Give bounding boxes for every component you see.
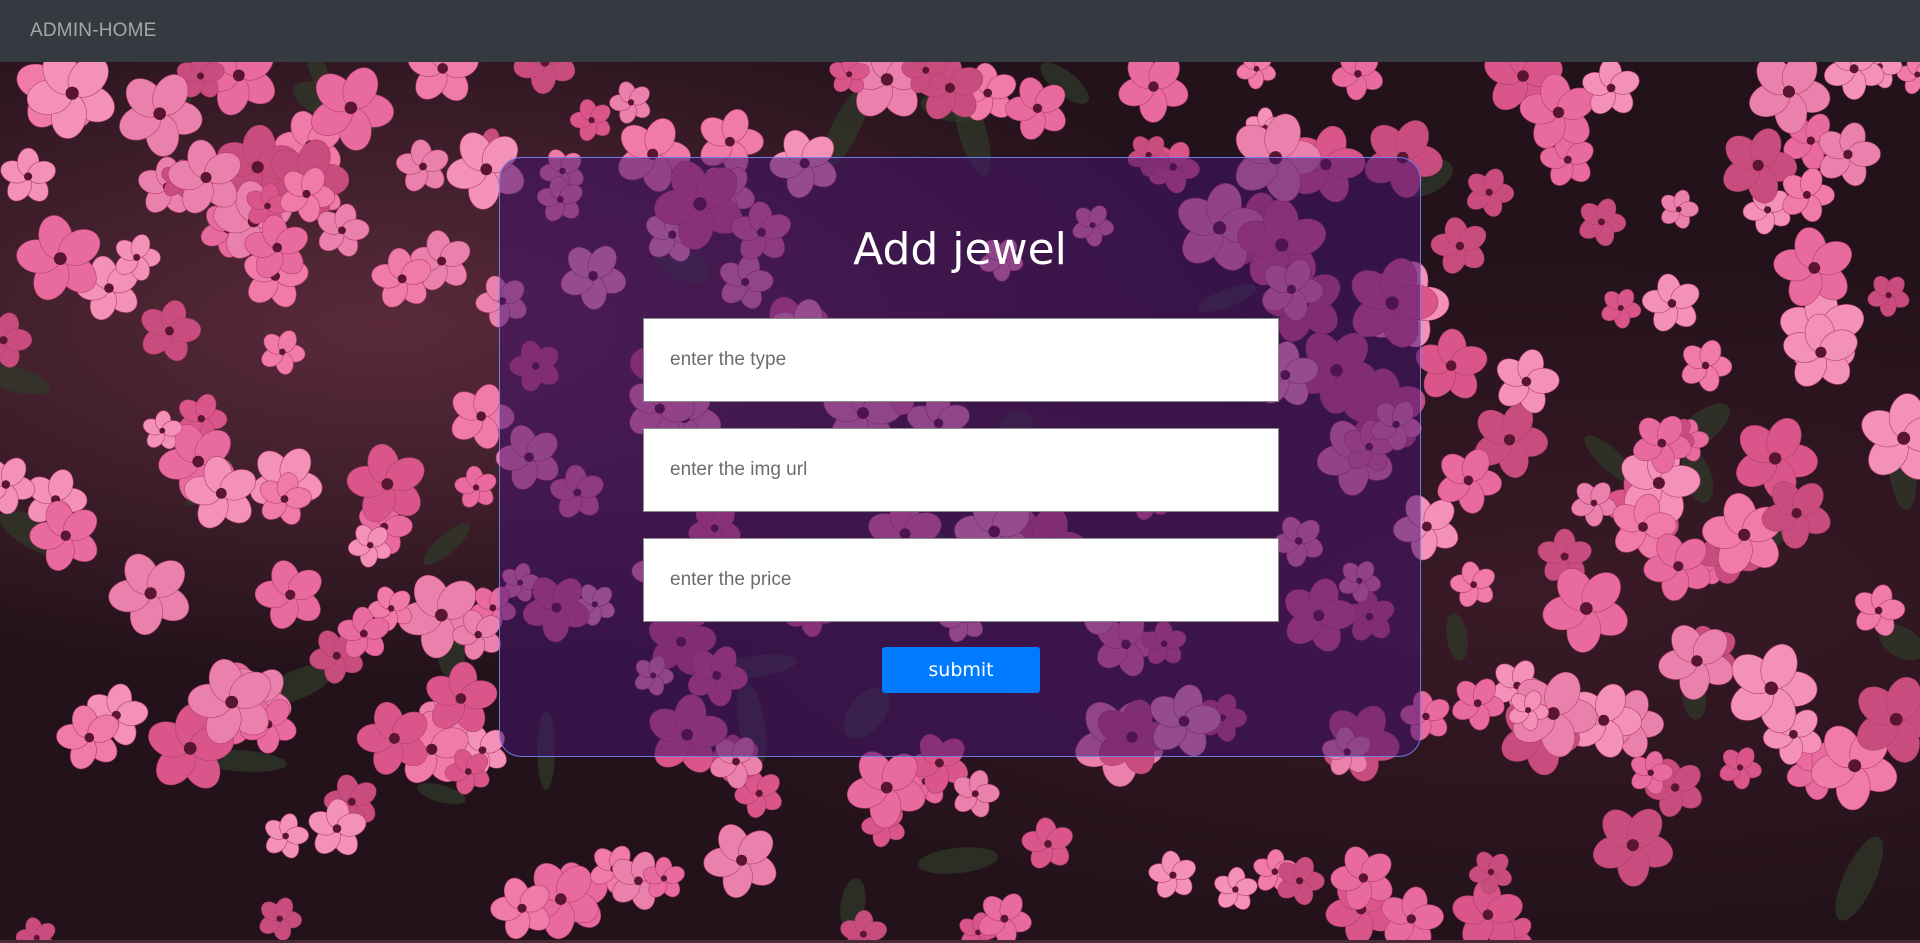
price-input[interactable] bbox=[643, 538, 1279, 622]
flower bbox=[609, 81, 651, 124]
flower bbox=[15, 917, 56, 943]
flower bbox=[1867, 276, 1910, 317]
flower bbox=[1331, 62, 1383, 101]
form-title: Add jewel bbox=[853, 224, 1067, 275]
flower bbox=[108, 553, 190, 636]
flower bbox=[1466, 168, 1515, 217]
type-input[interactable] bbox=[643, 318, 1279, 402]
flower bbox=[513, 62, 576, 94]
flower bbox=[1214, 867, 1258, 910]
flower bbox=[1661, 189, 1699, 229]
flower bbox=[703, 824, 777, 898]
flower bbox=[1496, 349, 1560, 414]
flower bbox=[141, 300, 201, 361]
flower bbox=[0, 147, 56, 202]
flower bbox=[569, 99, 611, 141]
flower bbox=[1021, 817, 1073, 869]
flower bbox=[407, 62, 479, 101]
flower bbox=[1773, 227, 1852, 307]
flower bbox=[254, 560, 322, 629]
leaf bbox=[917, 847, 998, 874]
flower bbox=[1236, 62, 1277, 90]
leaf bbox=[423, 523, 471, 565]
flower bbox=[1861, 393, 1920, 480]
flower bbox=[1430, 217, 1487, 274]
flower bbox=[1641, 273, 1700, 332]
leaf bbox=[1835, 836, 1884, 921]
flower bbox=[0, 312, 32, 368]
top-navbar: ADMIN-HOME bbox=[0, 0, 1920, 62]
add-jewel-form: Add jewel submit bbox=[499, 157, 1421, 757]
flower bbox=[259, 897, 302, 941]
flower bbox=[1593, 808, 1673, 887]
flower bbox=[346, 443, 425, 523]
leaf bbox=[1446, 613, 1468, 661]
flower bbox=[1601, 288, 1642, 329]
flower bbox=[1719, 747, 1762, 790]
flower bbox=[1148, 850, 1196, 898]
flower bbox=[261, 330, 306, 375]
flower bbox=[1449, 561, 1495, 608]
img-url-input[interactable] bbox=[643, 428, 1279, 512]
flower bbox=[454, 465, 497, 508]
flower bbox=[1571, 482, 1617, 527]
flower bbox=[265, 813, 309, 859]
flower bbox=[1118, 62, 1189, 123]
flower bbox=[1824, 62, 1885, 100]
flower bbox=[396, 139, 449, 192]
flower bbox=[1452, 678, 1505, 731]
flower bbox=[1658, 625, 1734, 700]
admin-home-link[interactable]: ADMIN-HOME bbox=[30, 20, 157, 42]
flower bbox=[1579, 198, 1627, 247]
flower bbox=[1681, 340, 1733, 392]
submit-button[interactable]: submit bbox=[882, 647, 1040, 693]
